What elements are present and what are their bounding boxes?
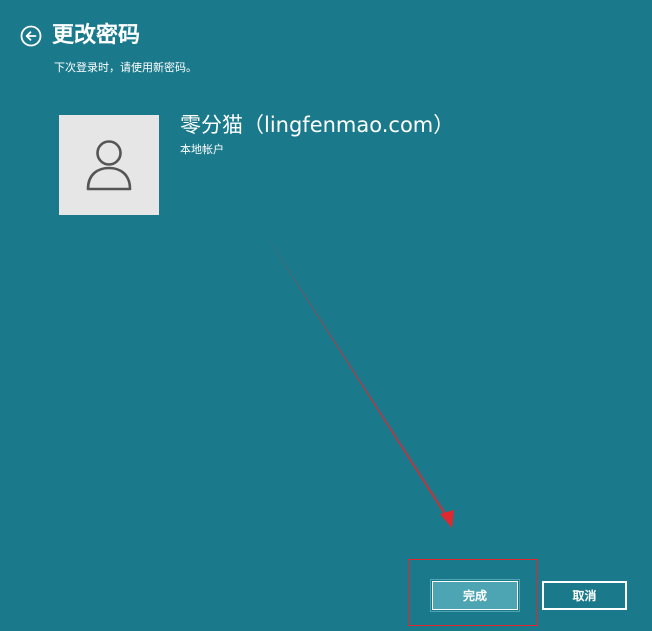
finish-button[interactable]: 完成 (430, 579, 520, 612)
annotation-arrow (264, 232, 454, 528)
cancel-button[interactable]: 取消 (542, 581, 627, 610)
